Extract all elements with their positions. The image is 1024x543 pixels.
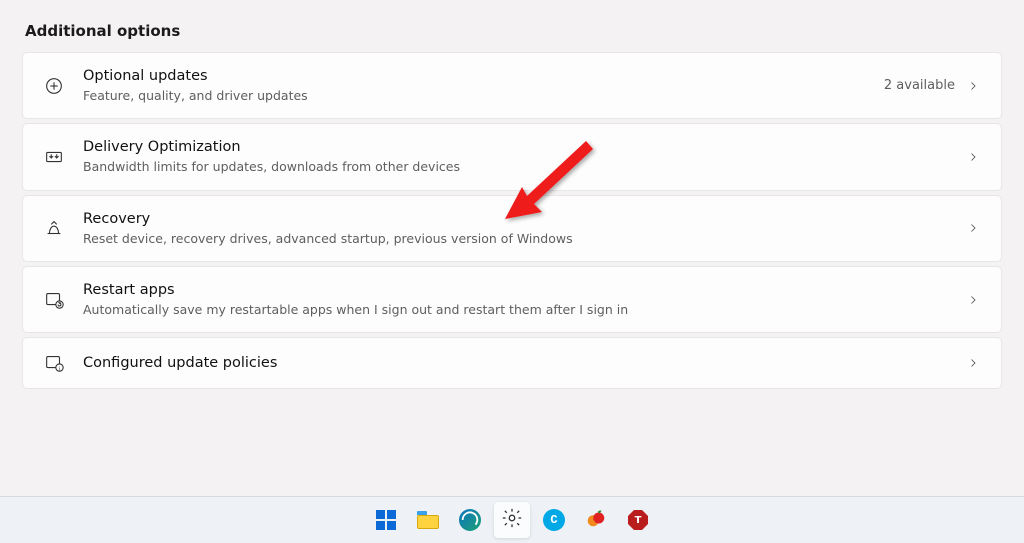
- card-text: Delivery Optimization Bandwidth limits f…: [83, 138, 965, 175]
- fruit-app-icon: [585, 507, 607, 533]
- card-optional-updates[interactable]: Optional updates Feature, quality, and d…: [22, 52, 1002, 119]
- chevron-right-icon: [965, 294, 981, 306]
- taskbar-start-button[interactable]: [368, 502, 404, 538]
- edge-browser-icon: [459, 509, 481, 531]
- settings-gear-icon: [501, 507, 523, 533]
- card-title: Delivery Optimization: [83, 138, 965, 157]
- card-configured-update-policies[interactable]: i Configured update policies: [22, 337, 1002, 389]
- file-explorer-icon: [417, 511, 439, 529]
- red-octagon-app-icon: T: [628, 510, 648, 530]
- card-text: Recovery Reset device, recovery drives, …: [83, 210, 965, 247]
- card-subtitle: Automatically save my restartable apps w…: [83, 301, 965, 319]
- card-subtitle: Reset device, recovery drives, advanced …: [83, 230, 965, 248]
- card-title: Configured update policies: [83, 354, 965, 373]
- taskbar-red-octagon-app[interactable]: T: [620, 502, 656, 538]
- policy-icon: i: [43, 352, 65, 374]
- card-text: Optional updates Feature, quality, and d…: [83, 67, 884, 104]
- card-restart-apps[interactable]: Restart apps Automatically save my resta…: [22, 266, 1002, 333]
- card-title: Optional updates: [83, 67, 884, 86]
- card-subtitle: Feature, quality, and driver updates: [83, 87, 884, 105]
- restart-apps-icon: [43, 289, 65, 311]
- card-text: Restart apps Automatically save my resta…: [83, 281, 965, 318]
- card-delivery-optimization[interactable]: Delivery Optimization Bandwidth limits f…: [22, 123, 1002, 190]
- card-recovery[interactable]: Recovery Reset device, recovery drives, …: [22, 195, 1002, 262]
- windows-start-icon: [376, 510, 396, 530]
- download-box-icon: [43, 146, 65, 168]
- chevron-right-icon: [965, 80, 981, 92]
- taskbar-settings[interactable]: [494, 502, 530, 538]
- card-title: Restart apps: [83, 281, 965, 300]
- taskbar-file-explorer[interactable]: [410, 502, 446, 538]
- card-title: Recovery: [83, 210, 965, 229]
- chevron-right-icon: [965, 357, 981, 369]
- card-text: Configured update policies: [83, 354, 965, 373]
- blue-c-app-icon: C: [543, 509, 565, 531]
- section-heading: Additional options: [25, 22, 1002, 40]
- settings-page: Additional options Optional updates Feat…: [0, 22, 1024, 389]
- taskbar-fruit-app[interactable]: [578, 502, 614, 538]
- chevron-right-icon: [965, 151, 981, 163]
- card-subtitle: Bandwidth limits for updates, downloads …: [83, 158, 965, 176]
- plus-circle-icon: [43, 75, 65, 97]
- taskbar-edge[interactable]: [452, 502, 488, 538]
- taskbar-c-app[interactable]: C: [536, 502, 572, 538]
- taskbar: C T: [0, 496, 1024, 543]
- recovery-icon: [43, 217, 65, 239]
- chevron-right-icon: [965, 222, 981, 234]
- card-meta: 2 available: [884, 78, 955, 93]
